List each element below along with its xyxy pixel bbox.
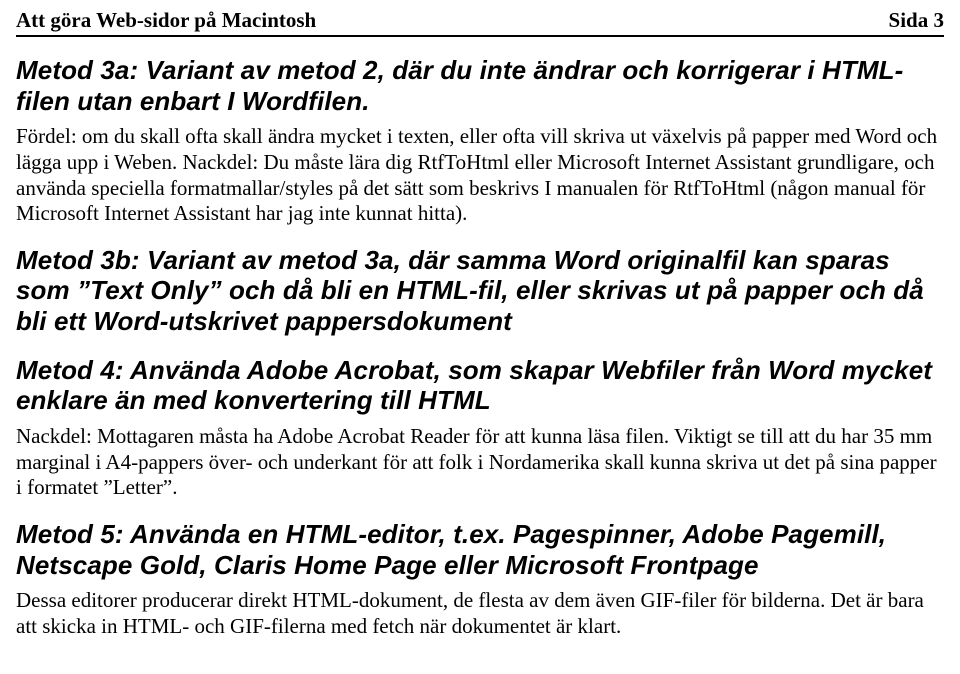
paragraph-method-5: Dessa editorer producerar direkt HTML-do… [16, 588, 944, 639]
page-header: Att göra Web-sidor på Macintosh Sida 3 [16, 8, 944, 33]
heading-method-5: Metod 5: Använda en HTML-editor, t.ex. P… [16, 519, 944, 580]
page-number: Sida 3 [889, 8, 944, 33]
heading-method-3a: Metod 3a: Variant av metod 2, där du int… [16, 55, 944, 116]
document-page: Att göra Web-sidor på Macintosh Sida 3 M… [0, 0, 960, 674]
heading-method-3b: Metod 3b: Variant av metod 3a, där samma… [16, 245, 944, 337]
heading-method-4: Metod 4: Använda Adobe Acrobat, som skap… [16, 355, 944, 416]
paragraph-method-4: Nackdel: Mottagaren måsta ha Adobe Acrob… [16, 424, 944, 501]
paragraph-method-3a: Fördel: om du skall ofta skall ändra myc… [16, 124, 944, 226]
header-title: Att göra Web-sidor på Macintosh [16, 8, 316, 33]
header-rule [16, 35, 944, 37]
